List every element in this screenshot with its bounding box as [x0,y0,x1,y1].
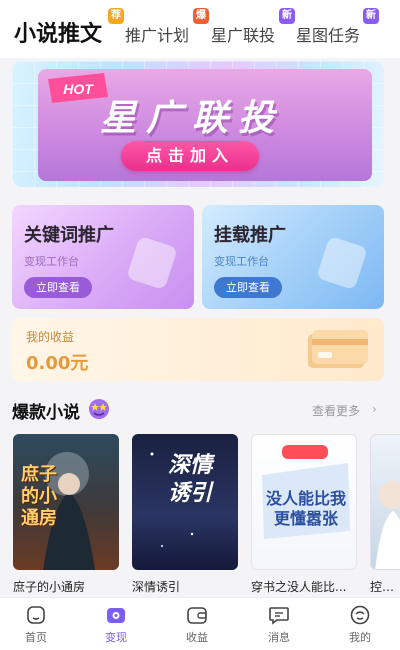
tab-star-joint[interactable]: 星广联投 [211,22,275,46]
keyword-promo-card[interactable]: 关键词推广 变现工作台 立即查看 [12,205,194,309]
hot-badge: 爆 [193,8,209,24]
nav-label: 收益 [186,631,208,644]
book-cover [370,434,400,570]
nav-profile[interactable]: 我的 [330,604,390,645]
decorative-shape-icon [318,237,366,289]
section-title: 爆款小说 [12,403,80,423]
recommend-badge: 荐 [108,8,124,24]
earnings-value: 0.00元 [26,353,89,374]
wallet-card-icon [308,330,368,368]
earnings-card[interactable]: 我的收益 0.00元 [12,318,384,381]
book-cover-title: 深情诱引 [168,453,213,506]
decorative-shape-icon [128,237,176,289]
card-title: 关键词推广 [24,225,114,246]
book-title: 控分的 [370,580,400,594]
book-item[interactable]: 没人能比我更懂嚣张 穿书之没人能比... [251,434,357,595]
card-subtitle: 变现工作台 [214,255,269,268]
nav-monetize[interactable]: 变现 [86,604,146,645]
banner-title: 星广联投 [100,98,285,139]
monetize-icon [107,608,125,623]
earnings-label: 我的收益 [26,330,75,344]
chevron-right-icon[interactable]: › [372,402,377,416]
book-item[interactable]: 庶子的小通房 庶子的小通房 [13,434,119,595]
wallet-icon [187,607,207,624]
nav-label: 消息 [268,631,290,644]
book-cover: 深情诱引 [132,434,238,570]
card-subtitle: 变现工作台 [24,255,79,268]
book-item[interactable]: 深情诱引 深情诱引 [132,434,238,595]
home-icon [27,606,45,624]
profile-icon [350,605,370,625]
megaphone-icon [317,181,375,187]
message-icon [269,607,289,625]
book-title: 庶子的小通房 [13,580,86,594]
nav-home[interactable]: 首页 [6,604,66,645]
nav-label: 变现 [105,631,127,644]
book-cover-title: 庶子的小通房 [21,464,57,529]
view-more-link[interactable]: 查看更多 [312,402,360,419]
book-title: 穿书之没人能比... [251,580,347,594]
tab-novel-promo[interactable]: 小说推文 [14,16,102,48]
view-now-button[interactable]: 立即查看 [214,277,282,298]
bottom-navigation: 首页 变现 收益 消息 我的 [0,597,400,650]
tab-star-tasks[interactable]: 星图任务 [296,22,360,46]
hot-label: HOT [63,81,94,97]
book-cover: 没人能比我更懂嚣张 [251,434,357,570]
book-cover-title: 没人能比我更懂嚣张 [265,489,346,528]
book-item[interactable]: 控分的 [370,434,400,595]
tab-promo-plan[interactable]: 推广计划 [125,22,189,46]
mount-promo-card[interactable]: 挂载推广 变现工作台 立即查看 [202,205,384,309]
new-badge: 新 [279,8,295,24]
book-cover: 庶子的小通房 [13,434,119,570]
card-title: 挂载推广 [214,225,286,246]
join-button[interactable]: 点击加入 [121,141,259,171]
new-badge: 新 [363,8,379,24]
nav-label: 首页 [25,631,47,644]
book-cover-art [375,481,400,569]
star-eyes-emoji-icon [89,399,109,419]
top-tab-bar: 小说推文 荐 推广计划 爆 星广联投 新 星图任务 新 [0,0,400,58]
view-now-button[interactable]: 立即查看 [24,277,92,298]
nav-messages[interactable]: 消息 [249,604,309,645]
nav-label: 我的 [349,631,371,644]
book-title: 深情诱引 [132,580,181,594]
nav-earnings[interactable]: 收益 [167,604,227,645]
